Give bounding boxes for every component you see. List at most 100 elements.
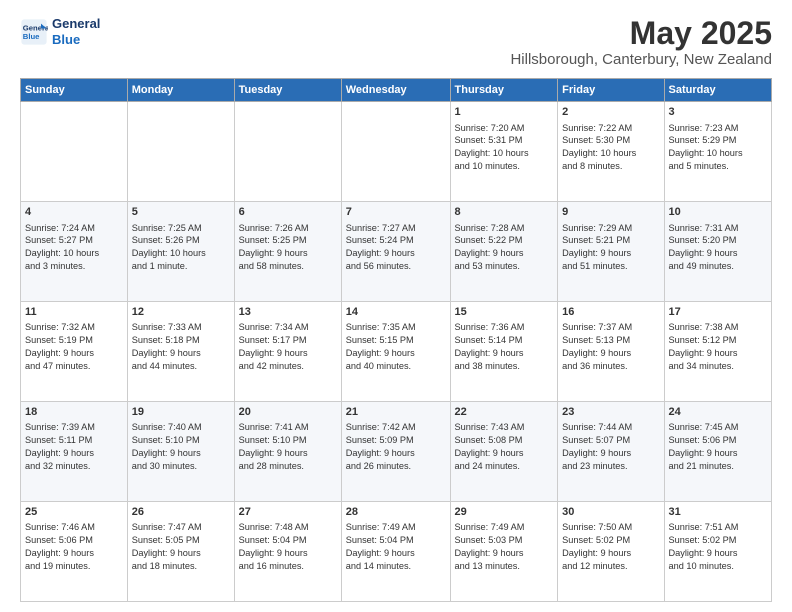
day-info: Daylight: 9 hours (669, 547, 768, 560)
day-info: Sunset: 5:21 PM (562, 234, 659, 247)
day-number: 8 (455, 205, 554, 220)
day-info: Sunrise: 7:46 AM (25, 521, 123, 534)
day-number: 13 (239, 305, 337, 320)
calendar-header-row: SundayMondayTuesdayWednesdayThursdayFrid… (21, 79, 772, 102)
day-number: 6 (239, 205, 337, 220)
day-cell: 1Sunrise: 7:20 AMSunset: 5:31 PMDaylight… (450, 102, 558, 202)
day-info: Sunrise: 7:28 AM (455, 222, 554, 235)
day-info: and 3 minutes. (25, 260, 123, 273)
day-cell (341, 102, 450, 202)
day-cell: 20Sunrise: 7:41 AMSunset: 5:10 PMDayligh… (234, 402, 341, 502)
day-number: 16 (562, 305, 659, 320)
day-cell: 24Sunrise: 7:45 AMSunset: 5:06 PMDayligh… (664, 402, 772, 502)
day-number: 14 (346, 305, 446, 320)
location-title: Hillsborough, Canterbury, New Zealand (510, 51, 772, 68)
week-row-1: 1Sunrise: 7:20 AMSunset: 5:31 PMDaylight… (21, 102, 772, 202)
day-info: and 56 minutes. (346, 260, 446, 273)
day-info: and 12 minutes. (562, 560, 659, 573)
day-number: 4 (25, 205, 123, 220)
day-info: Sunset: 5:11 PM (25, 434, 123, 447)
day-cell: 18Sunrise: 7:39 AMSunset: 5:11 PMDayligh… (21, 402, 128, 502)
day-number: 12 (132, 305, 230, 320)
day-info: Sunset: 5:03 PM (455, 534, 554, 547)
day-info: Daylight: 9 hours (562, 347, 659, 360)
day-cell: 3Sunrise: 7:23 AMSunset: 5:29 PMDaylight… (664, 102, 772, 202)
day-info: and 24 minutes. (455, 460, 554, 473)
day-info: Sunrise: 7:49 AM (346, 521, 446, 534)
day-info: Sunset: 5:27 PM (25, 234, 123, 247)
day-info: Sunrise: 7:23 AM (669, 122, 768, 135)
day-info: Daylight: 9 hours (669, 347, 768, 360)
day-number: 28 (346, 505, 446, 520)
day-info: Sunset: 5:30 PM (562, 134, 659, 147)
day-info: and 53 minutes. (455, 260, 554, 273)
day-info: Daylight: 9 hours (562, 447, 659, 460)
day-info: Sunset: 5:26 PM (132, 234, 230, 247)
day-number: 26 (132, 505, 230, 520)
day-info: Daylight: 10 hours (669, 147, 768, 160)
day-info: Sunrise: 7:44 AM (562, 421, 659, 434)
day-info: Sunrise: 7:47 AM (132, 521, 230, 534)
header: General Blue General Blue May 2025 Hills… (20, 16, 772, 68)
day-info: Sunrise: 7:39 AM (25, 421, 123, 434)
day-info: Daylight: 9 hours (669, 247, 768, 260)
day-number: 21 (346, 405, 446, 420)
day-number: 10 (669, 205, 768, 220)
day-info: and 44 minutes. (132, 360, 230, 373)
day-info: Daylight: 9 hours (455, 447, 554, 460)
day-info: Sunrise: 7:33 AM (132, 321, 230, 334)
day-cell: 28Sunrise: 7:49 AMSunset: 5:04 PMDayligh… (341, 502, 450, 602)
day-cell: 2Sunrise: 7:22 AMSunset: 5:30 PMDaylight… (558, 102, 664, 202)
day-info: Sunset: 5:18 PM (132, 334, 230, 347)
day-info: Sunset: 5:12 PM (669, 334, 768, 347)
day-info: Sunset: 5:10 PM (132, 434, 230, 447)
day-info: Sunrise: 7:34 AM (239, 321, 337, 334)
day-info: Sunset: 5:05 PM (132, 534, 230, 547)
col-header-wednesday: Wednesday (341, 79, 450, 102)
logo: General Blue General Blue (20, 16, 100, 47)
day-info: Sunset: 5:04 PM (239, 534, 337, 547)
day-info: and 10 minutes. (455, 160, 554, 173)
col-header-monday: Monday (127, 79, 234, 102)
day-info: and 5 minutes. (669, 160, 768, 173)
day-cell: 25Sunrise: 7:46 AMSunset: 5:06 PMDayligh… (21, 502, 128, 602)
day-cell (21, 102, 128, 202)
day-cell: 19Sunrise: 7:40 AMSunset: 5:10 PMDayligh… (127, 402, 234, 502)
day-number: 19 (132, 405, 230, 420)
day-info: Daylight: 9 hours (132, 547, 230, 560)
day-cell: 22Sunrise: 7:43 AMSunset: 5:08 PMDayligh… (450, 402, 558, 502)
logo-text-blue: Blue (52, 32, 100, 48)
day-cell: 30Sunrise: 7:50 AMSunset: 5:02 PMDayligh… (558, 502, 664, 602)
day-info: Sunrise: 7:26 AM (239, 222, 337, 235)
day-info: Sunset: 5:08 PM (455, 434, 554, 447)
col-header-saturday: Saturday (664, 79, 772, 102)
day-number: 7 (346, 205, 446, 220)
day-info: Sunset: 5:17 PM (239, 334, 337, 347)
day-number: 5 (132, 205, 230, 220)
day-cell: 6Sunrise: 7:26 AMSunset: 5:25 PMDaylight… (234, 202, 341, 302)
day-info: Sunrise: 7:35 AM (346, 321, 446, 334)
day-info: Daylight: 9 hours (346, 547, 446, 560)
col-header-thursday: Thursday (450, 79, 558, 102)
day-number: 2 (562, 105, 659, 120)
col-header-friday: Friday (558, 79, 664, 102)
day-number: 31 (669, 505, 768, 520)
day-info: and 16 minutes. (239, 560, 337, 573)
week-row-4: 18Sunrise: 7:39 AMSunset: 5:11 PMDayligh… (21, 402, 772, 502)
week-row-2: 4Sunrise: 7:24 AMSunset: 5:27 PMDaylight… (21, 202, 772, 302)
day-info: Daylight: 9 hours (239, 447, 337, 460)
day-info: Sunrise: 7:22 AM (562, 122, 659, 135)
day-info: Sunrise: 7:48 AM (239, 521, 337, 534)
day-number: 29 (455, 505, 554, 520)
day-info: and 30 minutes. (132, 460, 230, 473)
day-info: Daylight: 9 hours (239, 347, 337, 360)
month-title: May 2025 (510, 16, 772, 51)
day-cell: 29Sunrise: 7:49 AMSunset: 5:03 PMDayligh… (450, 502, 558, 602)
day-info: and 26 minutes. (346, 460, 446, 473)
day-info: Sunrise: 7:50 AM (562, 521, 659, 534)
day-info: Sunrise: 7:32 AM (25, 321, 123, 334)
day-number: 23 (562, 405, 659, 420)
day-info: Sunrise: 7:25 AM (132, 222, 230, 235)
day-info: Daylight: 9 hours (132, 347, 230, 360)
day-cell: 12Sunrise: 7:33 AMSunset: 5:18 PMDayligh… (127, 302, 234, 402)
